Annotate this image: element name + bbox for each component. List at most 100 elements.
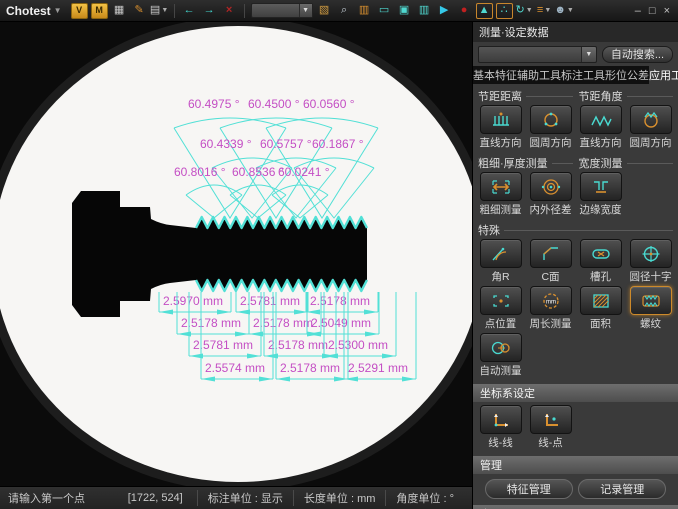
distance-label: 2.5178 mm: [280, 361, 340, 375]
chevron-down-icon: ▼: [581, 47, 596, 62]
print-icon[interactable]: ▤▼: [151, 3, 168, 19]
thread-tool[interactable]: 螺纹: [628, 286, 673, 333]
history-icon[interactable]: ↻▼: [516, 3, 533, 19]
image-search-icon[interactable]: ▧: [316, 3, 333, 19]
perimeter-icon: mm: [530, 286, 572, 315]
empty-cell: [628, 172, 673, 219]
pitch-angle-linear-tool[interactable]: 直线方向: [578, 105, 623, 152]
tab-geometric-tolerance[interactable]: 形位公差: [605, 66, 649, 84]
auto-search-button[interactable]: 自动搜索...: [602, 46, 673, 63]
chamfer-icon: [530, 239, 572, 268]
pitch-angle-circular-tool[interactable]: 圆周方向: [628, 105, 673, 152]
thread-icon: [630, 286, 672, 315]
inner-outer-diameter-tool[interactable]: 内外径差: [528, 172, 573, 219]
line-point-icon: [530, 405, 572, 434]
distance-label: 2.5781 mm: [193, 338, 253, 352]
open-file-v-icon[interactable]: V: [71, 3, 88, 19]
redo-arrow-right-icon[interactable]: →: [201, 3, 218, 19]
section-lighting: 光照: [473, 505, 678, 509]
line-line-tool[interactable]: 线-线: [478, 405, 523, 452]
cursor-coordinates: [1722, 524]: [114, 492, 197, 504]
circle-cross-tool[interactable]: 圆径十字: [628, 239, 673, 286]
auto-measure-icon: [480, 333, 522, 362]
distance-label: 2.5178 mm: [310, 294, 370, 308]
chamfer-tool[interactable]: C面: [528, 239, 573, 286]
circle-cross-icon: [630, 239, 672, 268]
perimeter-tool[interactable]: mm 周长测量: [528, 286, 573, 333]
measurement-viewport[interactable]: 60.4975 °60.4500 °60.0560 °60.4339 °60.5…: [0, 22, 472, 486]
svg-text:mm: mm: [546, 299, 556, 305]
tab-application-tools[interactable]: 应用工具: [649, 66, 678, 84]
section-thickness: 粗细·厚度测量: [478, 155, 548, 171]
angle-label: 60.1867 °: [312, 137, 364, 151]
thickness-icon: [480, 172, 522, 201]
tab-annotation-tools[interactable]: 标注工具: [561, 66, 605, 84]
area-tool[interactable]: 面积: [578, 286, 623, 333]
pitch-distance-circular-tool[interactable]: 圆周方向: [528, 105, 573, 152]
tab-basic-features[interactable]: 基本特征: [473, 66, 517, 84]
line-line-icon: [480, 405, 522, 434]
distance-label: 2.5291 mm: [348, 361, 408, 375]
toolbar-combobox[interactable]: ▼: [251, 3, 313, 18]
panel-content: 节距距离 节距角度 直线方向 圆周方向: [473, 84, 678, 509]
angle-label: 60.4339 °: [200, 137, 252, 151]
app-menu[interactable]: Chotest ▼: [4, 4, 68, 18]
capture-region-icon[interactable]: ▲: [476, 3, 493, 19]
point-position-tool[interactable]: 点位置: [478, 286, 523, 333]
undo-arrow-left-icon[interactable]: ←: [181, 3, 198, 19]
distance-label: 2.5178 mm: [181, 316, 241, 330]
save-icon[interactable]: ▦: [111, 3, 128, 19]
section-pitch-angle: 节距角度: [579, 88, 623, 104]
minimize-button[interactable]: –: [635, 5, 641, 17]
angle-label: 60.0241 °: [278, 165, 330, 179]
angle-label: 60.5757 °: [260, 137, 312, 151]
film-strip-icon[interactable]: ▥: [416, 3, 433, 19]
tool-tabs: 基本特征 辅助工具 标注工具 形位公差 应用工具: [473, 66, 678, 84]
delete-icon[interactable]: ×: [221, 3, 238, 19]
status-bar: 请输入第一个点 [1722, 524] 标注单位 : 显示 长度单位 : mm …: [0, 486, 472, 509]
line-point-tool[interactable]: 线-点: [528, 405, 573, 452]
toolbar-separator: [244, 4, 245, 18]
section-width: 宽度测量: [579, 155, 623, 171]
pitch-circular-icon: [530, 105, 572, 134]
edit-document-icon[interactable]: ✎: [131, 3, 148, 19]
edge-width-tool[interactable]: 边缘宽度: [578, 172, 623, 219]
open-file-m-icon[interactable]: M: [91, 3, 108, 19]
angle-label: 60.8016 °: [174, 165, 226, 179]
magnifier-icon[interactable]: ⌕: [336, 3, 353, 19]
point-position-icon: [480, 286, 522, 315]
corner-radius-tool[interactable]: 角R: [478, 239, 523, 286]
annotation-unit: 标注单位 : 显示: [197, 490, 293, 506]
angle-linear-icon: [580, 105, 622, 134]
chart-icon[interactable]: ▥: [356, 3, 373, 19]
auto-measure-tool[interactable]: 自动测量: [478, 333, 523, 380]
window-controls: – □ ×: [635, 5, 674, 17]
close-button[interactable]: ×: [664, 5, 670, 17]
section-pitch-distance: 节距距离: [478, 88, 522, 104]
feature-management-button[interactable]: 特征管理: [485, 479, 573, 499]
tab-aux-tools[interactable]: 辅助工具: [517, 66, 561, 84]
layers-icon[interactable]: ≡▼: [536, 3, 553, 19]
monitor-icon[interactable]: ▭: [376, 3, 393, 19]
distance-label: 2.5178 mm: [268, 338, 328, 352]
angle-label: 60.8536 °: [232, 165, 284, 179]
camera-icon[interactable]: ▣: [396, 3, 413, 19]
preset-dropdown[interactable]: ▼: [478, 46, 597, 63]
slot-tool[interactable]: 槽孔: [578, 239, 623, 286]
section-coordinate-system: 坐标系设定: [473, 384, 678, 402]
user-icon[interactable]: ☻▼: [556, 3, 573, 19]
section-special: 特殊: [478, 222, 500, 238]
play-icon[interactable]: ▶: [436, 3, 453, 19]
pitch-distance-linear-tool[interactable]: 直线方向: [478, 105, 523, 152]
angle-label: 60.4500 °: [248, 97, 300, 111]
distance-label: 2.5970 mm: [163, 294, 223, 308]
thickness-measure-tool[interactable]: 粗细测量: [478, 172, 523, 219]
chevron-down-icon: ▼: [299, 4, 312, 17]
maximize-button[interactable]: □: [649, 5, 656, 17]
capture-points-icon[interactable]: ∴: [496, 3, 513, 19]
distance-label: 2.5300 mm: [328, 338, 388, 352]
distance-label: 2.5574 mm: [205, 361, 265, 375]
record-management-button[interactable]: 记录管理: [578, 479, 666, 499]
edge-width-icon: [580, 172, 622, 201]
record-icon[interactable]: ●: [456, 3, 473, 19]
